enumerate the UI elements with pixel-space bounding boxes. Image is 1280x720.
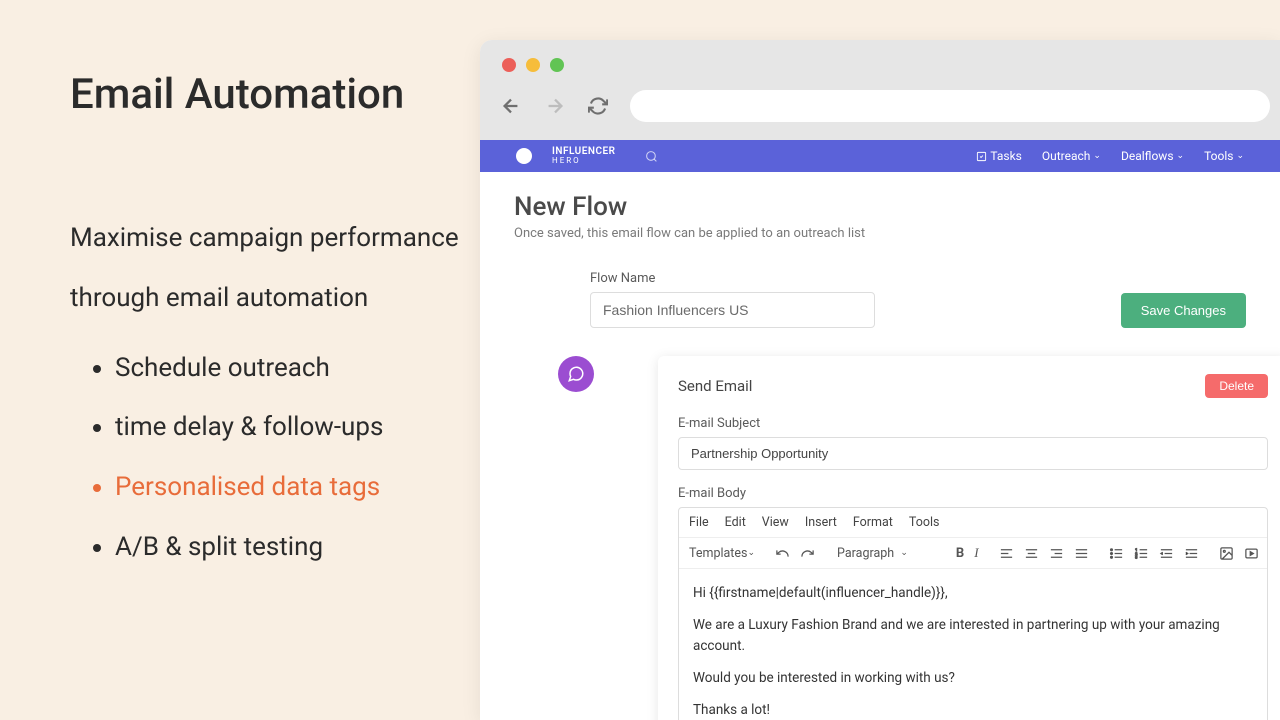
traffic-lights <box>480 40 1280 72</box>
forward-icon[interactable] <box>544 95 566 117</box>
list-bullet-icon[interactable] <box>1109 546 1124 561</box>
browser-toolbar <box>480 72 1280 122</box>
feature-item: Schedule outreach <box>115 339 460 399</box>
editor-toolbar: Templates ⌄ Paragraph ⌄ B I <box>679 538 1267 569</box>
menu-view[interactable]: View <box>762 515 789 530</box>
feature-list: Schedule outreach time delay & follow-up… <box>70 339 460 578</box>
page-description: Once saved, this email flow can be appli… <box>514 226 1246 241</box>
search-icon[interactable] <box>645 150 658 163</box>
align-left-icon[interactable] <box>999 546 1014 561</box>
card-title: Send Email <box>678 377 752 395</box>
rich-text-editor: File Edit View Insert Format Tools Templ… <box>678 507 1268 720</box>
editor-menubar: File Edit View Insert Format Tools <box>679 508 1267 538</box>
url-bar[interactable] <box>630 90 1270 122</box>
page-subtitle: Maximise campaign performance through em… <box>70 209 460 329</box>
body-label: E-mail Body <box>678 486 1268 501</box>
email-line: Would you be interested in working with … <box>693 668 1253 688</box>
nav-outreach[interactable]: Outreach⌄ <box>1042 149 1101 163</box>
flow-row: Flow Name Save Changes <box>514 271 1246 328</box>
menu-insert[interactable]: Insert <box>805 515 837 530</box>
reload-icon[interactable] <box>588 96 608 116</box>
email-line: Thanks a lot! <box>693 700 1253 720</box>
editor-body[interactable]: Hi {{firstname|default(influencer_handle… <box>679 569 1267 720</box>
feature-item-highlighted: Personalised data tags <box>115 458 460 518</box>
image-icon[interactable] <box>1219 546 1234 561</box>
page-heading: New Flow <box>514 192 1246 222</box>
email-step: Send Email Delete E-mail Subject E-mail … <box>590 356 1246 720</box>
email-line: We are a Luxury Fashion Brand and we are… <box>693 615 1253 656</box>
nav-tasks[interactable]: Tasks <box>976 149 1022 163</box>
chevron-down-icon: ⌄ <box>1236 151 1244 161</box>
tasks-icon <box>976 151 987 162</box>
align-right-icon[interactable] <box>1049 546 1064 561</box>
nav-dealflows[interactable]: Dealflows⌄ <box>1121 149 1184 163</box>
subject-input[interactable] <box>678 437 1268 470</box>
feature-item: A/B & split testing <box>115 518 460 578</box>
chevron-down-icon: ⌄ <box>1177 151 1185 161</box>
email-line: Hi {{firstname|default(influencer_handle… <box>693 583 1253 603</box>
menu-tools[interactable]: Tools <box>909 515 940 530</box>
chevron-down-icon: ⌄ <box>747 548 755 558</box>
outdent-icon[interactable] <box>1159 546 1174 561</box>
menu-edit[interactable]: Edit <box>725 515 746 530</box>
delete-button[interactable]: Delete <box>1205 374 1268 398</box>
svg-text:3: 3 <box>1135 555 1137 559</box>
redo-icon[interactable] <box>800 546 815 561</box>
menu-format[interactable]: Format <box>853 515 893 530</box>
email-card: Send Email Delete E-mail Subject E-mail … <box>658 356 1280 720</box>
marketing-left-panel: Email Automation Maximise campaign perfo… <box>70 70 460 578</box>
list-number-icon[interactable]: 123 <box>1134 546 1149 561</box>
page-content: New Flow Once saved, this email flow can… <box>480 172 1280 720</box>
menu-file[interactable]: File <box>689 515 709 530</box>
browser-window: INFLUENCER HERO Tasks Outreach⌄ Dealflow… <box>480 40 1280 720</box>
minimize-icon[interactable] <box>526 58 540 72</box>
close-icon[interactable] <box>502 58 516 72</box>
subject-label: E-mail Subject <box>678 416 1268 431</box>
feature-item: time delay & follow-ups <box>115 398 460 458</box>
align-center-icon[interactable] <box>1024 546 1039 561</box>
video-icon[interactable] <box>1244 546 1259 561</box>
logo-text: INFLUENCER HERO <box>552 147 615 165</box>
maximize-icon[interactable] <box>550 58 564 72</box>
italic-icon[interactable]: I <box>974 545 978 561</box>
flow-name-group: Flow Name <box>590 271 875 328</box>
flow-name-input[interactable] <box>590 292 875 328</box>
chevron-down-icon: ⌄ <box>1093 151 1101 161</box>
bold-icon[interactable]: B <box>956 546 964 561</box>
browser-chrome <box>480 40 1280 140</box>
chevron-down-icon: ⌄ <box>900 548 908 558</box>
flow-name-label: Flow Name <box>590 271 875 286</box>
page-title: Email Automation <box>70 70 460 119</box>
align-justify-icon[interactable] <box>1074 546 1089 561</box>
templates-dropdown[interactable]: Templates ⌄ <box>689 546 755 561</box>
nav-tools[interactable]: Tools⌄ <box>1204 149 1244 163</box>
paragraph-dropdown[interactable]: Paragraph ⌄ <box>835 546 936 561</box>
app-header: INFLUENCER HERO Tasks Outreach⌄ Dealflow… <box>480 140 1280 172</box>
chat-icon <box>558 356 594 392</box>
back-icon[interactable] <box>500 95 522 117</box>
save-button[interactable]: Save Changes <box>1121 293 1246 328</box>
logo-icon <box>516 148 532 164</box>
indent-icon[interactable] <box>1184 546 1199 561</box>
undo-icon[interactable] <box>775 546 790 561</box>
